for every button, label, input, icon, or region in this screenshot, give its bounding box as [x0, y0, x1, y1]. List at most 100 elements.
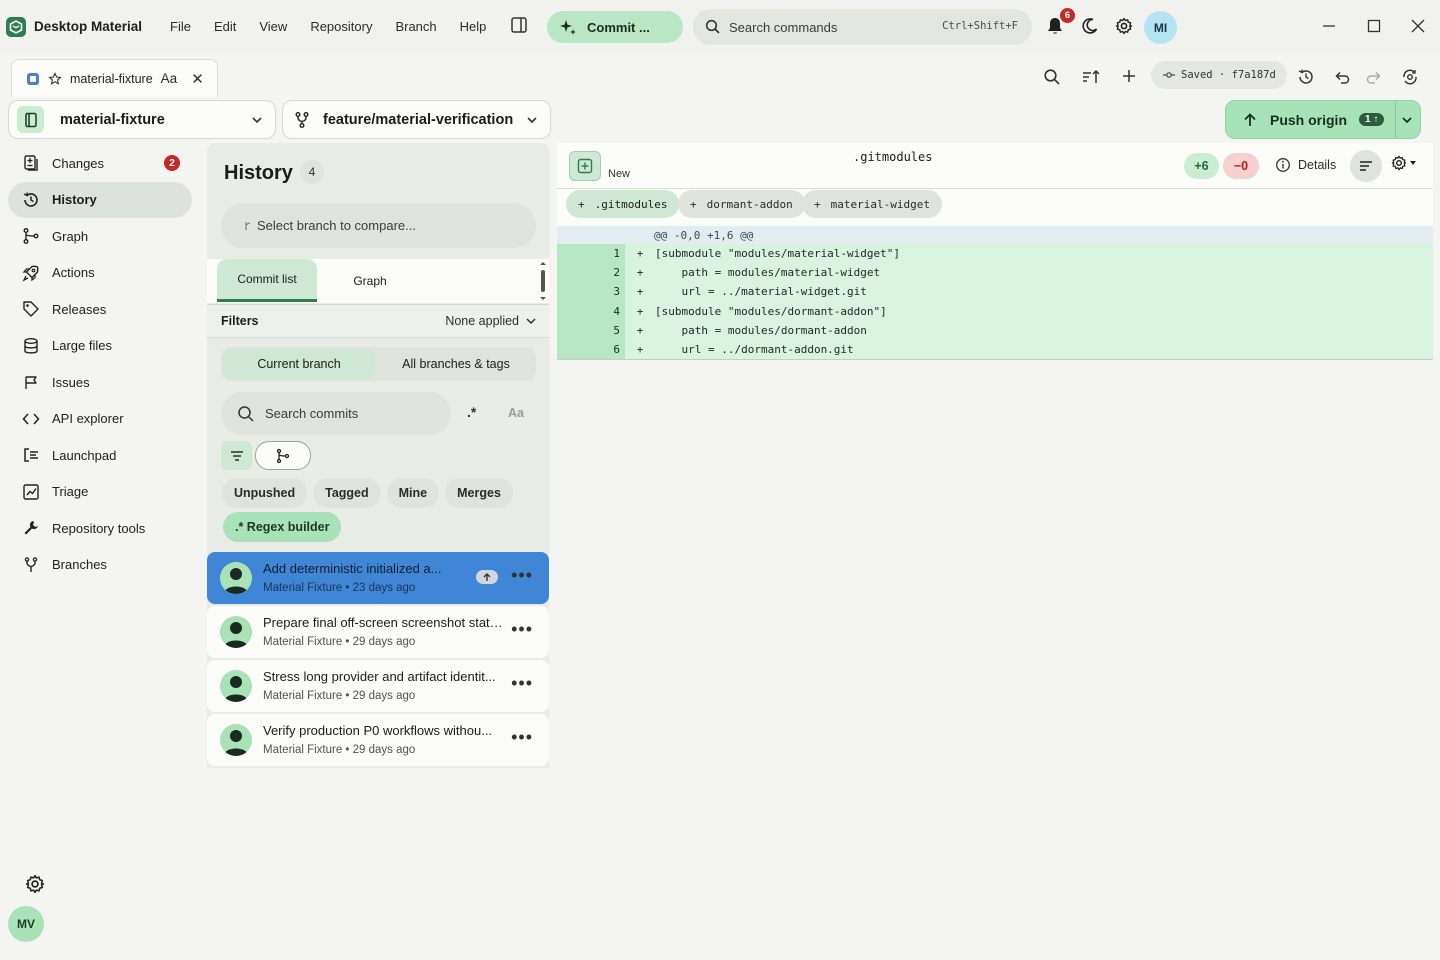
filters-bar[interactable]: Filters None applied	[207, 304, 549, 338]
menu-help[interactable]: Help	[460, 19, 487, 34]
commit-row[interactable]: Verify production P0 workflows withou...…	[207, 714, 549, 766]
sidebar-item-triage[interactable]: Triage	[8, 474, 192, 511]
commit-row[interactable]: Stress long provider and artifact identi…	[207, 660, 549, 712]
diff-line[interactable]: 3 + url = ../material-widget.git	[557, 282, 1433, 302]
close-tab-icon[interactable]: ✕	[191, 70, 204, 88]
diff-line[interactable]: 2 + path = modules/material-widget	[557, 263, 1433, 283]
scope-current-branch[interactable]: Current branch	[223, 349, 375, 379]
graph-view-toggle-icon[interactable]	[255, 441, 311, 470]
menu-branch[interactable]: Branch	[395, 19, 436, 34]
filter-chip-tagged[interactable]: Tagged	[313, 478, 381, 508]
filter-icon[interactable]	[221, 441, 252, 470]
push-count-badge: 1 ↑	[1359, 113, 1385, 126]
tabs-scrollbar[interactable]	[540, 261, 546, 301]
history-count-badge: 4	[300, 160, 324, 184]
repository-selector[interactable]: material-fixture	[8, 100, 276, 139]
sort-icon[interactable]	[1081, 68, 1101, 86]
filter-chip-unpushed[interactable]: Unpushed	[222, 478, 308, 508]
branch-selector[interactable]: feature/material-verification	[282, 100, 551, 139]
menu-file[interactable]: File	[170, 19, 191, 34]
sidebar-item-actions[interactable]: Actions	[8, 255, 192, 292]
file-status-label: New	[608, 168, 631, 180]
sidebar-item-launchpad[interactable]: Launchpad	[8, 437, 192, 474]
filters-label: Filters	[221, 314, 259, 328]
file-chip-dormant-addon[interactable]: + dormant-addon	[678, 190, 805, 218]
sidebar-item-history[interactable]: History	[8, 181, 192, 218]
arrow-up-icon	[1244, 112, 1256, 126]
regex-builder-button[interactable]: .* Regex builder	[223, 512, 342, 542]
file-chip-material-widget[interactable]: + material-widget	[802, 190, 942, 218]
maximize-icon[interactable]	[1366, 18, 1382, 34]
details-button[interactable]: Details	[1275, 157, 1336, 173]
sidebar-item-large-files[interactable]: Large files	[8, 328, 192, 365]
diff-line[interactable]: 1 + [submodule "modules/material-widget"]	[557, 244, 1433, 264]
sidebar-item-issues[interactable]: Issues	[8, 364, 192, 401]
sidebar-item-graph[interactable]: Graph	[8, 218, 192, 255]
filters-dropdown[interactable]: None applied	[445, 314, 537, 328]
commit-more-menu-icon[interactable]: •••	[511, 674, 533, 692]
commit-button[interactable]: Commit ...	[547, 11, 683, 43]
app-name: Desktop Material	[34, 19, 143, 34]
menu-edit[interactable]: Edit	[214, 19, 236, 34]
sidebar-item-repository-tools[interactable]: Repository tools	[8, 510, 192, 547]
diff-settings-icon[interactable]	[1391, 155, 1417, 171]
new-file-icon	[569, 151, 601, 181]
sidebar-item-label: Graph	[52, 228, 89, 244]
diff-divider	[557, 359, 1433, 361]
sidebar-item-api-explorer[interactable]: API explorer	[8, 401, 192, 438]
compare-branch-select[interactable]: Select branch to compare...	[221, 203, 536, 248]
chevron-down-icon	[252, 117, 262, 124]
file-chip-gitmodules[interactable]: + .gitmodules	[566, 190, 680, 218]
commit-more-menu-icon[interactable]: •••	[511, 566, 533, 584]
push-origin-button[interactable]: Push origin 1 ↑	[1225, 100, 1421, 139]
filter-chip-merges[interactable]: Merges	[445, 478, 513, 508]
undo-icon[interactable]	[1332, 68, 1350, 86]
commit-more-menu-icon[interactable]: •••	[511, 728, 533, 746]
sidebar-item-branches[interactable]: Branches	[8, 547, 192, 584]
menu-repository[interactable]: Repository	[310, 19, 372, 34]
commit-more-menu-icon[interactable]: •••	[511, 620, 533, 638]
push-options-chevron-icon[interactable]	[1400, 113, 1414, 127]
save-status[interactable]: Saved · f7a187d	[1151, 61, 1287, 89]
command-search-input[interactable]: Search commands Ctrl+Shift+F	[693, 9, 1032, 45]
diff-view-mode-icon[interactable]	[1350, 150, 1382, 182]
moon-icon[interactable]	[1081, 17, 1099, 35]
search-icon[interactable]	[1043, 68, 1061, 86]
user-avatar[interactable]: MI	[1144, 11, 1177, 44]
sidebar-item-releases[interactable]: Releases	[8, 291, 192, 328]
add-icon[interactable]	[1121, 68, 1137, 84]
account-avatar[interactable]: MV	[8, 906, 44, 942]
changes-count-badge: 2	[164, 155, 180, 171]
case-sensitive-toggle[interactable]: Aa	[508, 406, 524, 420]
commit-row[interactable]: Prepare final off-screen screenshot stat…	[207, 606, 549, 658]
regex-toggle[interactable]: .*	[467, 404, 476, 420]
panel-toggle-icon[interactable]	[510, 16, 530, 36]
minimize-icon[interactable]	[1321, 18, 1337, 34]
branch-scope-toggle: Current branch All branches & tags	[221, 347, 536, 381]
save-status-text: Saved · f7a187d	[1181, 69, 1276, 81]
settings-sync-icon[interactable]	[1401, 68, 1419, 86]
diff-line[interactable]: 5 + path = modules/dormant-addon	[557, 320, 1433, 340]
diff-line[interactable]: 6 + url = ../dormant-addon.git	[557, 339, 1433, 360]
scope-all-branches[interactable]: All branches & tags	[379, 349, 533, 379]
diff-line[interactable]: 4 + [submodule "modules/dormant-addon"]	[557, 301, 1433, 321]
menu-view[interactable]: View	[259, 19, 287, 34]
star-icon[interactable]	[48, 71, 62, 86]
tab-commit-list[interactable]: Commit list	[217, 259, 317, 302]
gear-icon[interactable]	[1115, 17, 1133, 35]
repository-name: material-fixture	[60, 111, 165, 128]
repo-tab[interactable]: material-fixture Aa ✕	[11, 59, 218, 97]
chevron-down-icon	[527, 117, 537, 124]
repo-tab-icon	[27, 72, 39, 85]
font-toggle[interactable]: Aa	[161, 71, 178, 86]
gear-icon[interactable]	[25, 874, 45, 894]
filter-chip-mine[interactable]: Mine	[386, 478, 440, 508]
close-window-icon[interactable]	[1410, 18, 1426, 34]
search-commits-input[interactable]: Search commits	[221, 392, 451, 435]
sidebar-item-changes[interactable]: Changes 2	[8, 145, 192, 182]
history-clock-icon[interactable]	[1297, 68, 1315, 86]
info-icon	[1276, 158, 1290, 172]
tab-graph[interactable]: Graph	[337, 259, 403, 302]
commit-row[interactable]: Add deterministic initialized a... Mater…	[207, 552, 549, 604]
redo-icon[interactable]	[1366, 68, 1384, 86]
